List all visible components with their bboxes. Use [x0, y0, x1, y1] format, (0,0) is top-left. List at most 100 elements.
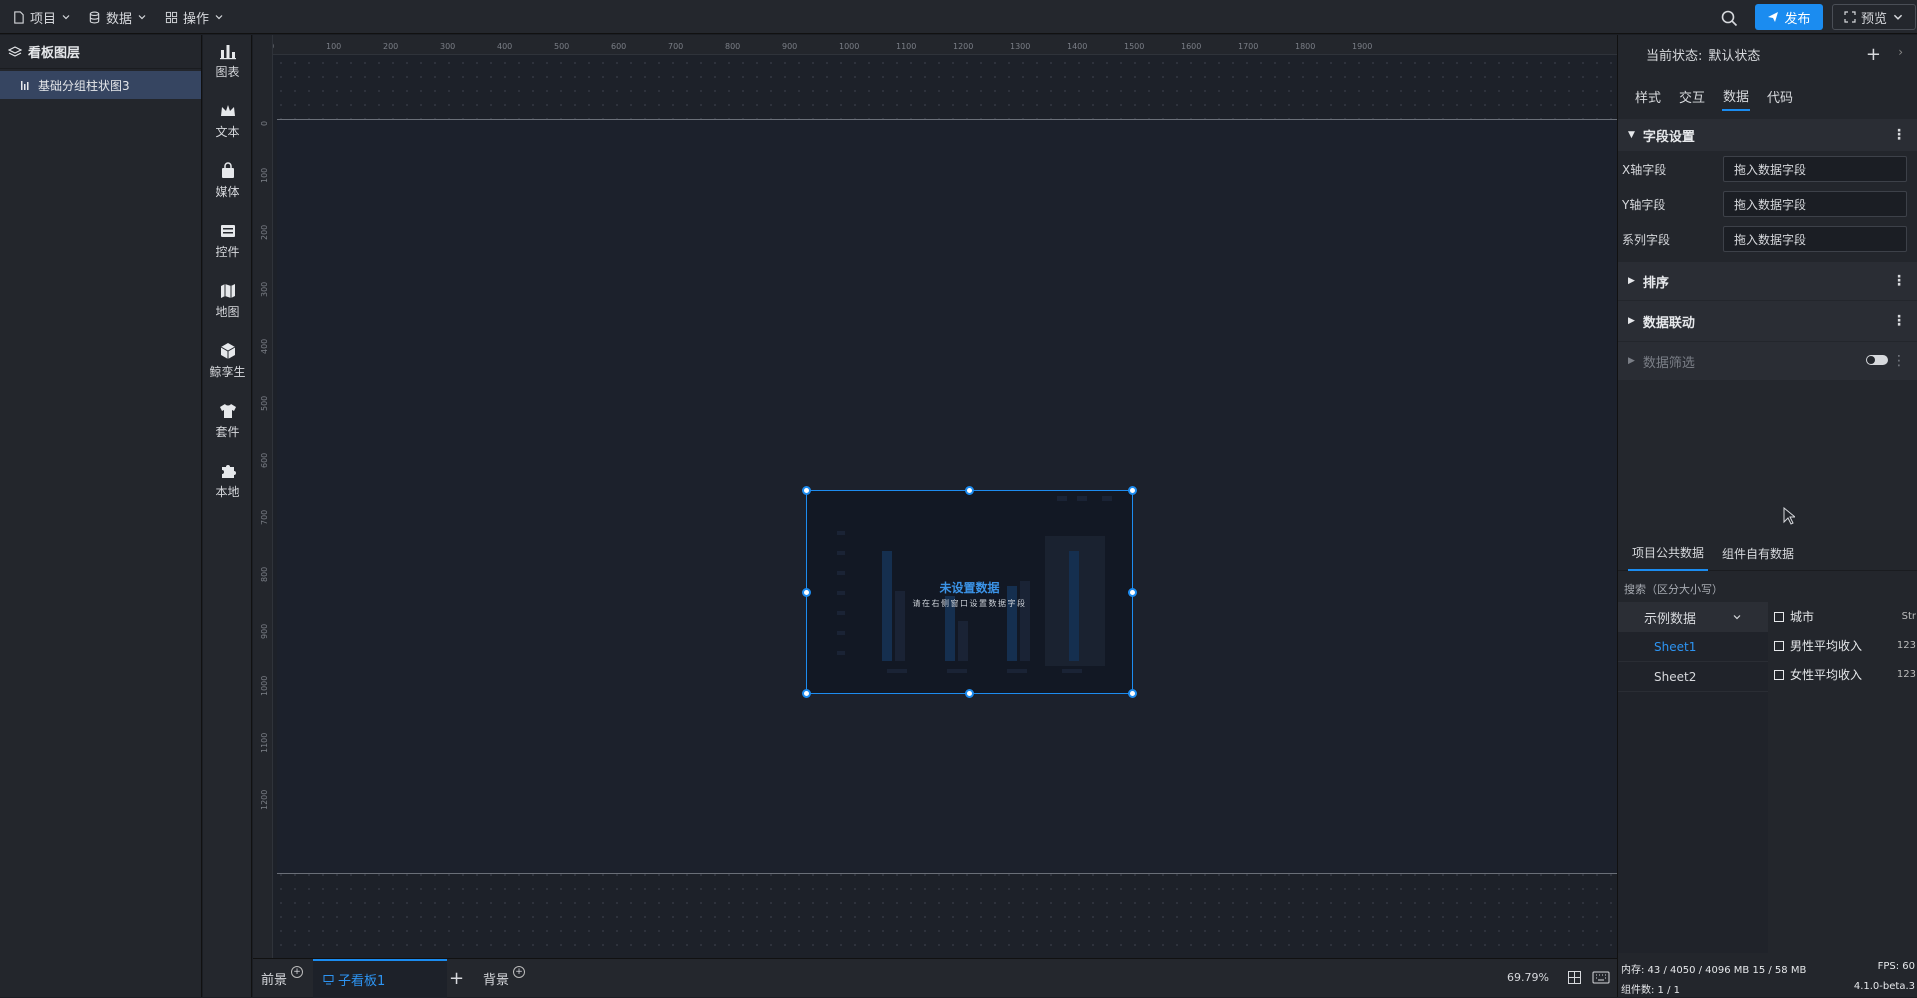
add-circle-icon[interactable]: +	[513, 965, 526, 978]
tab-public-data[interactable]: 项目公共数据	[1628, 535, 1709, 571]
fps-readout: FPS: 60	[1877, 961, 1915, 972]
layer-item-label: 基础分组柱状图3	[38, 78, 130, 93]
fit-screen-button[interactable]	[1567, 970, 1582, 989]
add-circle-icon[interactable]: +	[291, 965, 304, 978]
menu-data[interactable]: 数据	[88, 0, 147, 34]
caret-right-icon: ▶	[1628, 276, 1635, 286]
component-control[interactable]: 控件	[203, 215, 252, 265]
resize-handle[interactable]	[802, 588, 811, 597]
ruler-tick-label: 800	[725, 42, 741, 51]
layers-header: 看板图层	[0, 35, 201, 69]
checkbox[interactable]	[1774, 611, 1784, 622]
section-filter[interactable]: ▶ 数据筛选 ⋮	[1618, 342, 1917, 380]
version-label: 4.1.0-beta.3	[1853, 981, 1915, 992]
artboard[interactable]: 未设置数据 请在右侧窗口设置数据字段	[277, 119, 1617, 874]
sheet-item[interactable]: Sheet2	[1618, 662, 1768, 692]
ruler-tick-label: 0	[260, 120, 269, 126]
section-sort[interactable]: ▶ 排序 ⋮	[1618, 262, 1917, 300]
ruler-left[interactable]: 0 100 200 300 400 500 600 700 800 900 1000 1100 1200	[253, 35, 273, 958]
sheet-item[interactable]: Sheet1	[1618, 632, 1768, 662]
dataset-select[interactable]: 示例数据	[1618, 602, 1768, 632]
resize-handle[interactable]	[1128, 588, 1137, 597]
ruler-tick-label: 200	[260, 224, 269, 240]
zoom-level[interactable]: 69.79%	[1507, 971, 1549, 984]
component-twin[interactable]: 鲸孪生	[203, 335, 252, 385]
more-vertical-icon[interactable]: ⋮	[1892, 353, 1906, 369]
tab-foreground[interactable]: 前景 +	[261, 959, 304, 998]
data-field-item[interactable]: 城市 Str	[1774, 602, 1917, 631]
preview-button[interactable]: 预览	[1832, 4, 1916, 30]
panel-empty-area	[1618, 380, 1917, 530]
data-field-type: Str	[1901, 611, 1916, 622]
menu-data-label: 数据	[106, 11, 133, 27]
component-text[interactable]: 文本	[203, 95, 252, 145]
section-linkage[interactable]: ▶ 数据联动 ⋮	[1618, 301, 1917, 341]
tab-style[interactable]: 样式	[1634, 81, 1662, 111]
puzzle-icon	[221, 464, 236, 478]
keyboard-icon	[1592, 971, 1610, 984]
checkbox[interactable]	[1774, 640, 1784, 651]
component-control-label: 控件	[215, 244, 240, 259]
tab-background[interactable]: 背景 +	[483, 959, 526, 998]
checkbox[interactable]	[1774, 669, 1784, 680]
add-state-button[interactable]: +	[1866, 44, 1881, 65]
publish-button[interactable]: 发布	[1755, 4, 1823, 30]
filter-toggle[interactable]	[1866, 355, 1888, 365]
resize-handle[interactable]	[802, 486, 811, 495]
component-local[interactable]: 本地	[203, 455, 252, 505]
component-count: 组件数: 1 / 1	[1621, 985, 1680, 996]
resize-handle[interactable]	[1128, 486, 1137, 495]
component-map[interactable]: 地图	[203, 275, 252, 325]
more-vertical-icon[interactable]: ⋮	[1892, 127, 1906, 143]
bar-chart-widget[interactable]: 未设置数据 请在右侧窗口设置数据字段	[802, 486, 1137, 698]
ruler-tick-label: 1900	[1352, 42, 1373, 51]
ruler-tick-label: 1100	[260, 732, 269, 753]
menu-operation[interactable]: 操作	[165, 0, 224, 34]
ruler-top[interactable]: 0100200300400500600700800900100011001200…	[253, 35, 1617, 55]
more-vertical-icon[interactable]: ⋮	[1892, 273, 1906, 289]
ruler-tick-label: 1800	[1295, 42, 1316, 51]
component-chart[interactable]: 图表	[203, 35, 252, 85]
ruler-tick-label: 1200	[260, 789, 269, 810]
section-field-settings[interactable]: ▼ 字段设置 ⋮	[1618, 119, 1917, 151]
resize-handle[interactable]	[802, 689, 811, 698]
ruler-tick-label: 400	[260, 338, 269, 354]
state-value[interactable]: 默认状态	[1708, 45, 1760, 64]
resize-handle[interactable]	[965, 689, 974, 698]
data-field-item[interactable]: 男性平均收入 123	[1774, 631, 1917, 660]
keyboard-button[interactable]	[1592, 971, 1610, 988]
chevron-down-icon	[138, 15, 146, 20]
tab-interaction[interactable]: 交互	[1678, 81, 1706, 111]
component-map-label: 地图	[215, 304, 240, 319]
layer-item[interactable]: 基础分组柱状图3	[0, 71, 201, 99]
x-field-dropzone[interactable]: 拖入数据字段	[1723, 156, 1907, 182]
search-button[interactable]	[1718, 7, 1740, 29]
tab-code[interactable]: 代码	[1766, 81, 1794, 111]
resize-handle[interactable]	[1128, 689, 1137, 698]
tab-data[interactable]: 数据	[1722, 81, 1751, 111]
cube-icon	[220, 342, 235, 359]
more-vertical-icon[interactable]: ⋮	[1892, 313, 1906, 329]
canvas[interactable]: 未设置数据 请在右侧窗口设置数据字段 0 100 200 300 400 500 600 70…	[253, 35, 1617, 958]
add-board-button[interactable]: +	[449, 959, 464, 998]
caret-right-icon: ▶	[1628, 316, 1635, 326]
component-kit[interactable]: 套件	[203, 395, 252, 445]
data-field-name: 男性平均收入	[1790, 639, 1863, 653]
data-search-input[interactable]: 搜索（区分大小写）	[1624, 581, 1723, 597]
tab-background-label: 背景	[483, 973, 510, 988]
tab-child-board[interactable]: 子看板1	[313, 959, 448, 998]
component-kit-label: 套件	[215, 424, 240, 439]
series-field-dropzone[interactable]: 拖入数据字段	[1723, 226, 1907, 252]
component-media[interactable]: 媒体	[203, 155, 252, 205]
media-bag-icon	[221, 161, 234, 178]
data-field-item[interactable]: 女性平均收入 123	[1774, 660, 1917, 689]
menu-project[interactable]: 项目	[12, 0, 71, 34]
component-toolbar: 图表 文本 媒体 控件 地图 鲸孪生 套件 本地	[203, 35, 252, 997]
tab-component-data[interactable]: 组件自有数据	[1718, 535, 1798, 571]
y-field-dropzone[interactable]: 拖入数据字段	[1723, 191, 1907, 217]
chevron-right-icon[interactable]: ›	[1898, 45, 1903, 59]
state-label: 当前状态:	[1646, 48, 1703, 64]
resize-handle[interactable]	[965, 486, 974, 495]
ruler-tick-label: 600	[260, 452, 269, 468]
toggle-knob	[1867, 356, 1875, 364]
